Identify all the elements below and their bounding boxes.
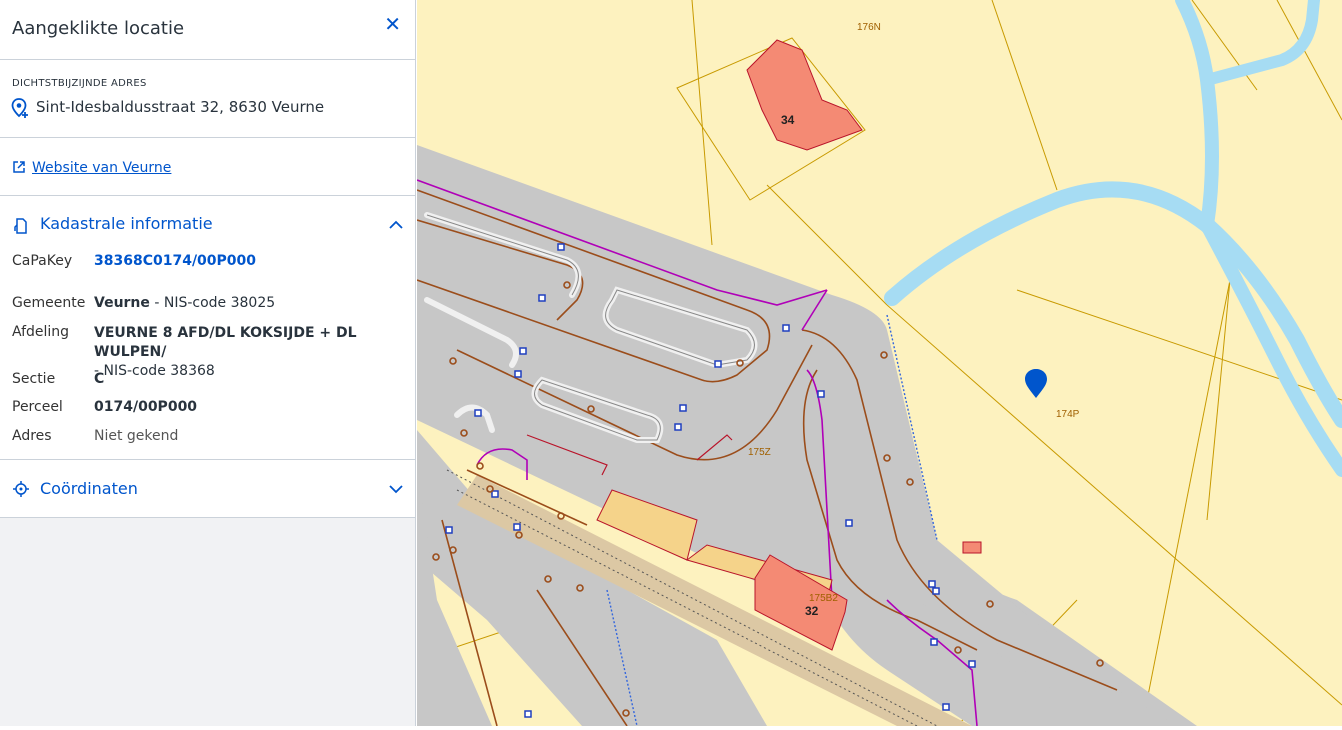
gemeente-name: Veurne [94, 295, 150, 311]
house-number-32: 32 [805, 604, 819, 618]
nearest-address-section: DICHTSTBIJZIJNDE ADRES Sint-Idesbaldusst… [0, 60, 415, 138]
panel-header: Aangeklikte locatie ✕ [0, 0, 415, 60]
parcel-label-176n: 176N [857, 22, 881, 33]
location-pin-icon [11, 98, 28, 118]
close-icon[interactable]: ✕ [384, 12, 401, 36]
document-icon [14, 218, 27, 234]
gemeente-label: Gemeente [12, 295, 86, 311]
website-section: Website van Veurne [0, 138, 415, 196]
website-link[interactable]: Website van Veurne [32, 160, 171, 176]
panel-title: Aangeklikte locatie [12, 18, 185, 39]
chevron-up-icon[interactable] [389, 220, 403, 230]
capakey-value[interactable]: 38368C0174/00P000 [94, 253, 256, 269]
sectie-value: C [94, 371, 105, 387]
perceel-label: Perceel [12, 399, 63, 415]
small-building [962, 541, 982, 554]
gemeente-nis: - NIS-code 38025 [149, 295, 276, 311]
address-caption: DICHTSTBIJZIJNDE ADRES [12, 78, 147, 89]
afdeling-label: Afdeling [12, 324, 70, 340]
sectie-label: Sectie [12, 371, 56, 387]
kadaster-section: Kadastrale informatie CaPaKey 38368C0174… [0, 196, 415, 460]
coordinates-section: Coördinaten [0, 460, 415, 518]
parcel-label-174p: 174P [1056, 409, 1080, 420]
capakey-label: CaPaKey [12, 253, 73, 269]
adres-label: Adres [12, 428, 52, 444]
parcel-label-175z: 175Z [748, 447, 771, 458]
adres-value: Niet gekend [94, 428, 179, 444]
chevron-down-icon[interactable] [389, 484, 403, 494]
map-canvas[interactable]: 176N 174P 175Z 175B2 34 32 [416, 0, 1342, 727]
info-panel: Aangeklikte locatie ✕ DICHTSTBIJZIJNDE A… [0, 0, 416, 726]
nearest-address: Sint-Idesbaldusstraat 32, 8630 Veurne [36, 98, 325, 116]
coordinates-title[interactable]: Coördinaten [40, 479, 138, 498]
kadaster-title[interactable]: Kadastrale informatie [40, 214, 213, 233]
parcel-label-175b2: 175B2 [809, 593, 838, 604]
house-number-34: 34 [781, 113, 795, 127]
perceel-value: 0174/00P000 [94, 399, 198, 415]
afdeling-name: VEURNE 8 AFD/DL KOKSIJDE + DL WULPEN/ [94, 325, 357, 360]
crosshair-icon [13, 481, 29, 497]
external-link-icon [13, 161, 25, 173]
map-view[interactable]: 176N 174P 175Z 175B2 34 32 [416, 0, 1342, 727]
